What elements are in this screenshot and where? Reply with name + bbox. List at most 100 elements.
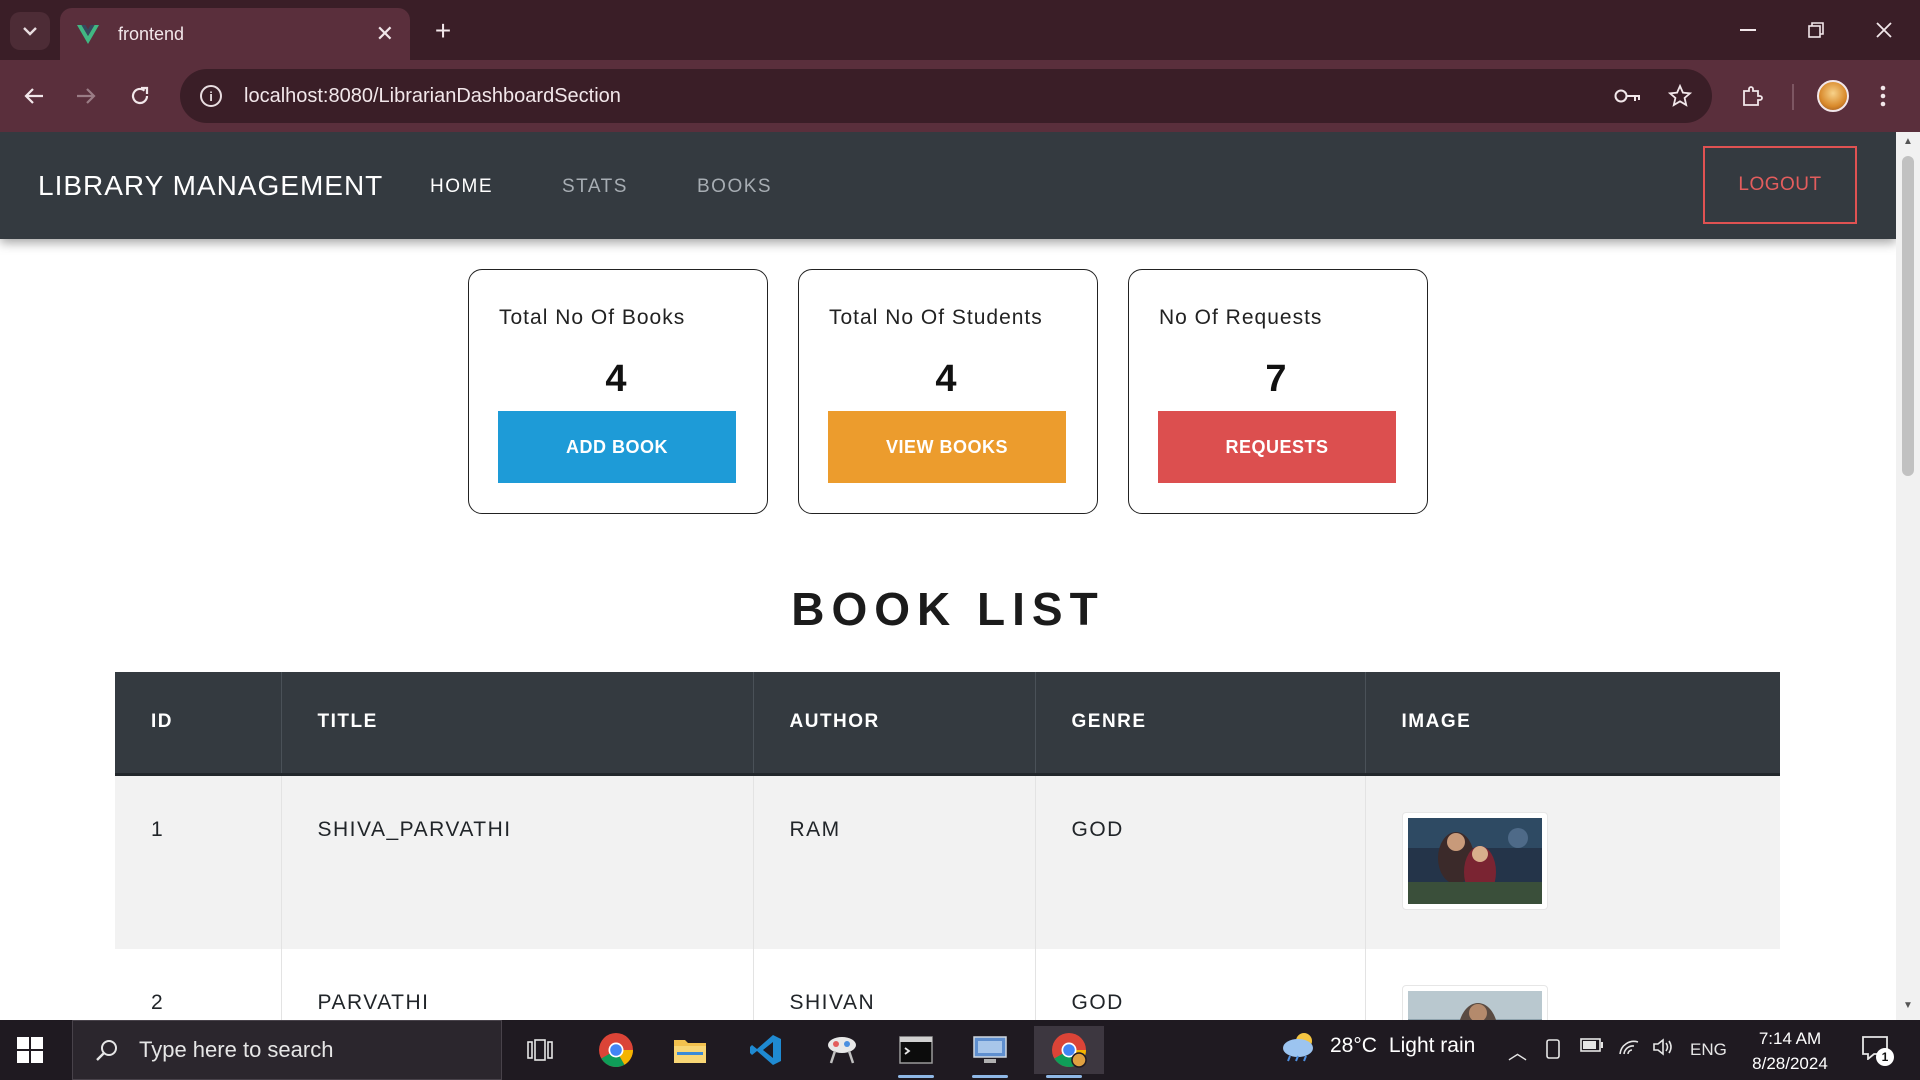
close-icon bbox=[1876, 22, 1892, 38]
battery-icon[interactable] bbox=[1580, 1038, 1604, 1052]
close-tab-icon[interactable]: ✕ bbox=[376, 21, 394, 47]
column-header-genre: GENRE bbox=[1035, 672, 1366, 776]
rain-cloud-icon bbox=[1283, 1033, 1313, 1062]
puzzle-icon bbox=[1743, 86, 1763, 106]
table-row: 2 PARVATHI SHIVAN GOD bbox=[115, 949, 1780, 1020]
page-scrollbar[interactable]: ▲ ▼ bbox=[1896, 132, 1920, 1020]
taskbar-search[interactable]: Type here to search bbox=[72, 1020, 502, 1080]
book-cover-image[interactable] bbox=[1401, 985, 1548, 1020]
tab-search-button[interactable] bbox=[10, 12, 50, 50]
cell-author: RAM bbox=[753, 774, 1036, 949]
wifi-icon[interactable] bbox=[1618, 1038, 1640, 1056]
stat-card-students: Total No Of Students 4 VIEW BOOKS bbox=[798, 269, 1098, 514]
notification-center-button[interactable]: 1 bbox=[1862, 1036, 1894, 1066]
chevron-down-icon bbox=[23, 27, 37, 36]
weather-widget[interactable]: 28°C Light rain bbox=[1280, 1030, 1475, 1062]
taskbar-clock[interactable]: 7:14 AM 8/28/2024 bbox=[1740, 1026, 1840, 1076]
language-indicator[interactable]: ENG bbox=[1690, 1040, 1727, 1060]
taskbar-app-chrome[interactable] bbox=[586, 1026, 646, 1074]
browser-titlebar: frontend ✕ + bbox=[0, 0, 1920, 60]
table-header-row: ID TITLE AUTHOR GENRE IMAGE bbox=[115, 672, 1780, 776]
column-header-author: AUTHOR bbox=[753, 672, 1036, 776]
logout-button[interactable]: LOGOUT bbox=[1703, 146, 1857, 224]
speaker-icon[interactable] bbox=[1652, 1038, 1674, 1056]
brand-title[interactable]: LIBRARY MANAGEMENT bbox=[38, 170, 383, 202]
snipping-tool-icon bbox=[828, 1037, 856, 1064]
book-table: ID TITLE AUTHOR GENRE IMAGE 1 SHIVA_PARV… bbox=[115, 672, 1780, 1020]
add-book-button[interactable]: ADD BOOK bbox=[498, 411, 736, 483]
taskbar-app-vscode[interactable] bbox=[736, 1026, 796, 1074]
cell-title: PARVATHI bbox=[281, 949, 754, 1020]
reload-button[interactable] bbox=[120, 76, 160, 116]
stat-card-label: No Of Requests bbox=[1159, 306, 1323, 329]
tab-title: frontend bbox=[118, 23, 185, 44]
address-bar[interactable]: i localhost:8080/LibrarianDashboardSecti… bbox=[180, 69, 1712, 123]
view-books-button[interactable]: VIEW BOOKS bbox=[828, 411, 1066, 483]
notification-count-badge: 1 bbox=[1876, 1048, 1894, 1066]
book-cover-image[interactable] bbox=[1401, 811, 1548, 910]
page-viewport: LIBRARY MANAGEMENT HOME STATS BOOKS LOGO… bbox=[0, 132, 1896, 1020]
scroll-up-icon[interactable]: ▲ bbox=[1902, 136, 1914, 147]
chrome-icon bbox=[599, 1033, 633, 1067]
cell-id: 1 bbox=[115, 774, 282, 949]
stat-card-requests: No Of Requests 7 REQUESTS bbox=[1128, 269, 1428, 514]
back-button[interactable] bbox=[14, 76, 54, 116]
minimize-icon bbox=[1740, 29, 1756, 31]
book-cover-thumbnail bbox=[1407, 991, 1542, 1020]
forward-button[interactable] bbox=[66, 76, 106, 116]
taskbar-app-remote-desktop[interactable] bbox=[960, 1026, 1020, 1078]
restore-icon bbox=[1808, 22, 1824, 38]
cell-id: 2 bbox=[115, 949, 282, 1020]
column-header-title: TITLE bbox=[281, 672, 754, 776]
browser-toolbar: i localhost:8080/LibrarianDashboardSecti… bbox=[0, 60, 1920, 132]
bookmark-star-icon[interactable] bbox=[1668, 84, 1692, 108]
taskbar-app-snipping-tool[interactable] bbox=[812, 1026, 872, 1074]
cell-image bbox=[1365, 949, 1780, 1020]
nav-link-home[interactable]: HOME bbox=[430, 176, 493, 198]
password-key-icon[interactable] bbox=[1614, 88, 1642, 104]
stat-card-books: Total No Of Books 4 ADD BOOK bbox=[468, 269, 768, 514]
book-list-heading: BOOK LIST bbox=[791, 583, 1105, 635]
plus-icon: + bbox=[434, 15, 452, 46]
restore-button[interactable] bbox=[1796, 10, 1836, 50]
task-view-icon bbox=[527, 1039, 553, 1061]
stat-card-label: Total No Of Books bbox=[499, 306, 686, 329]
arrow-right-icon bbox=[77, 88, 96, 104]
stat-card-value: 7 bbox=[1265, 358, 1287, 400]
column-header-id: ID bbox=[115, 672, 282, 776]
weather-temperature: 28°C bbox=[1330, 1034, 1377, 1057]
chevron-up-icon[interactable]: ︿ bbox=[1508, 1038, 1527, 1065]
profile-avatar[interactable] bbox=[1817, 80, 1849, 112]
windows-taskbar: Type here to search 28°C Light rain ︿ EN… bbox=[0, 1020, 1920, 1080]
site-info-icon[interactable]: i bbox=[200, 85, 222, 107]
browser-tab-active[interactable]: frontend ✕ bbox=[60, 8, 410, 60]
vue-logo-icon bbox=[77, 25, 99, 44]
task-view-button[interactable] bbox=[510, 1026, 570, 1074]
reload-icon bbox=[131, 86, 149, 105]
close-window-button[interactable] bbox=[1864, 10, 1904, 50]
taskbar-app-chrome-active[interactable] bbox=[1034, 1026, 1104, 1078]
folder-icon bbox=[674, 1040, 706, 1063]
column-header-image: IMAGE bbox=[1365, 672, 1780, 776]
taskbar-app-terminal[interactable] bbox=[886, 1026, 946, 1078]
minimize-button[interactable] bbox=[1728, 10, 1768, 50]
url-text[interactable]: localhost:8080/LibrarianDashboardSection bbox=[244, 85, 1588, 108]
arrow-left-icon bbox=[24, 88, 43, 104]
nav-link-stats[interactable]: STATS bbox=[562, 176, 628, 198]
book-cover-thumbnail bbox=[1407, 817, 1542, 904]
stat-card-value: 4 bbox=[935, 358, 957, 400]
chrome-profile-icon bbox=[1052, 1033, 1087, 1068]
new-tab-button[interactable]: + bbox=[426, 14, 460, 48]
scroll-down-icon[interactable]: ▼ bbox=[1902, 1000, 1914, 1011]
requests-button[interactable]: REQUESTS bbox=[1158, 411, 1396, 483]
stat-card-value: 4 bbox=[605, 358, 627, 400]
extensions-button[interactable] bbox=[1732, 76, 1772, 116]
browser-menu-button[interactable] bbox=[1868, 76, 1898, 116]
scrollbar-thumb[interactable] bbox=[1902, 156, 1914, 476]
windows-start-icon[interactable] bbox=[14, 1034, 46, 1066]
device-icon[interactable] bbox=[1544, 1038, 1562, 1060]
search-placeholder[interactable]: Type here to search bbox=[139, 1037, 333, 1063]
taskbar-app-file-explorer[interactable] bbox=[660, 1026, 720, 1074]
cell-image bbox=[1365, 774, 1780, 949]
nav-link-books[interactable]: BOOKS bbox=[697, 176, 772, 198]
